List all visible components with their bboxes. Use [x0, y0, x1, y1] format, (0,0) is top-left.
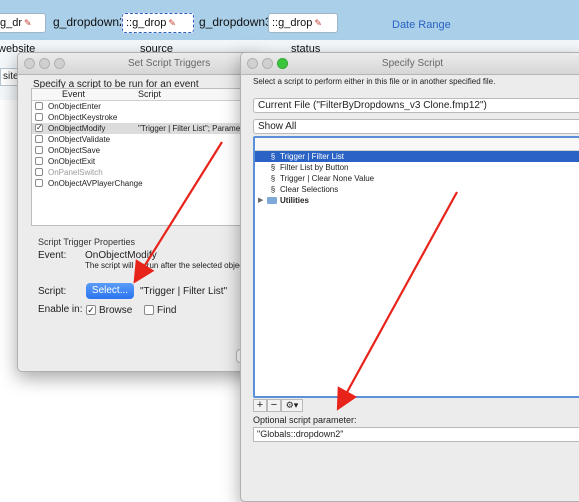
annotation-arrows [133, 141, 458, 411]
arrow-to-select-button [133, 141, 223, 284]
arrow-to-parameter [336, 191, 458, 411]
